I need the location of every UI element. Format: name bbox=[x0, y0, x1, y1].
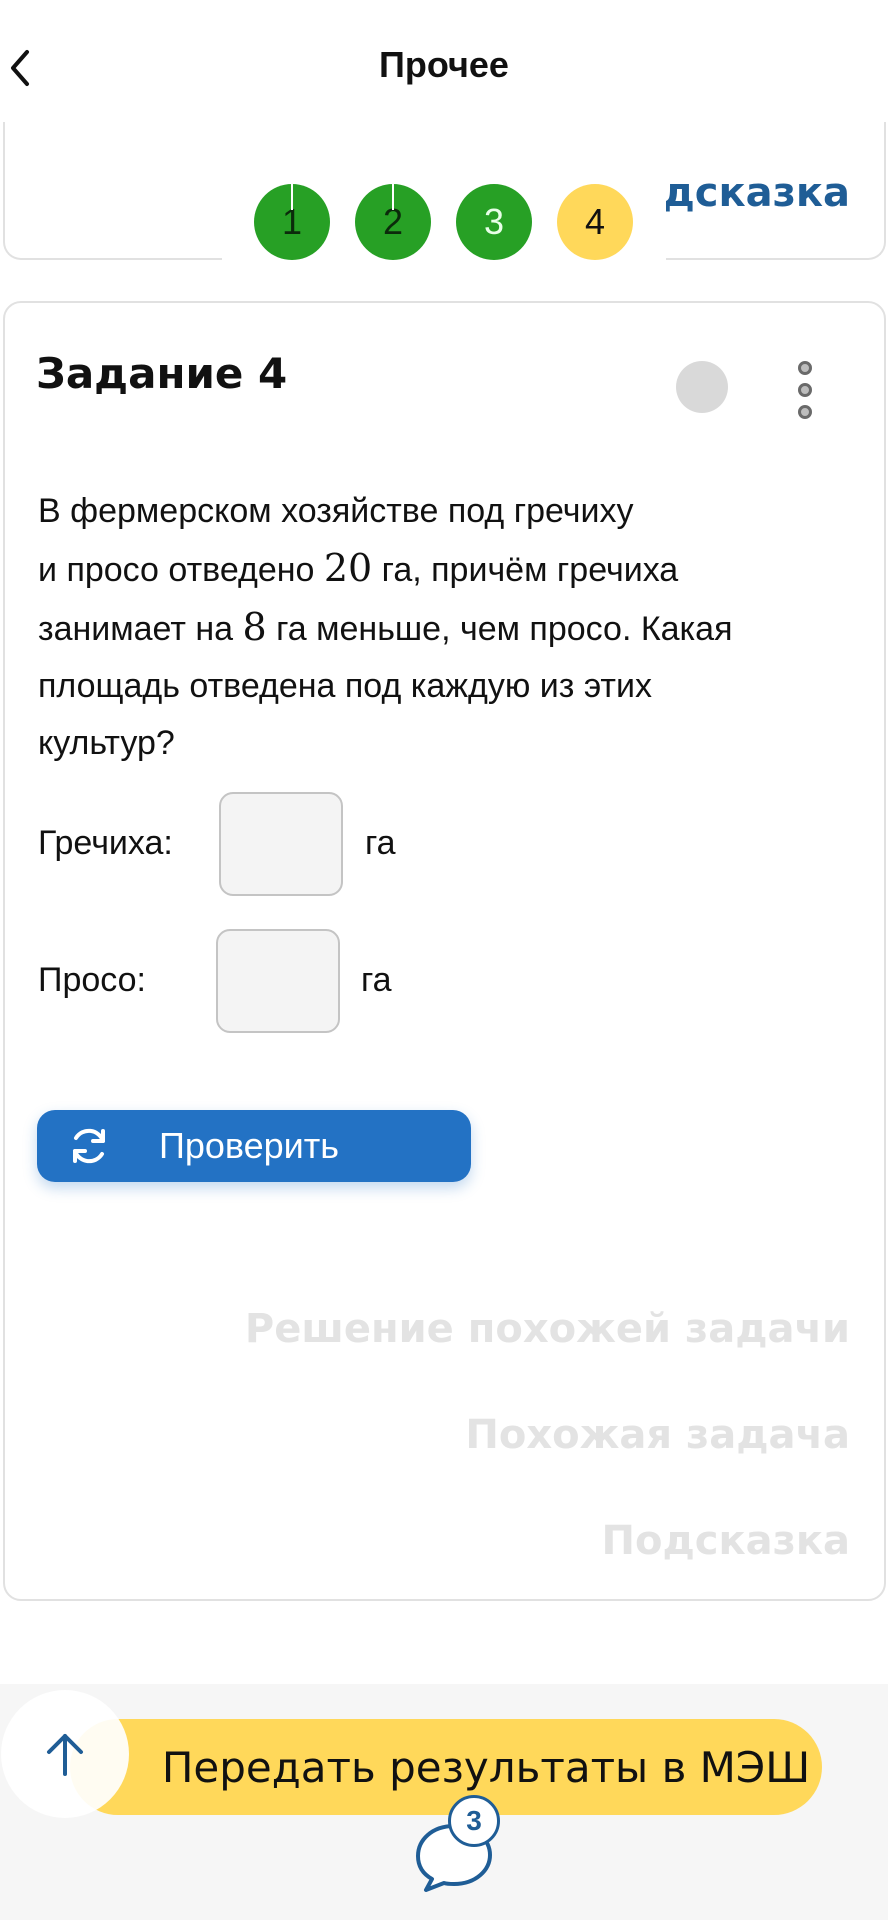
task-text-part: площадь отведена под каждую из этих bbox=[38, 667, 652, 705]
task-text-part: занимает на bbox=[38, 610, 243, 648]
task-title: Задание 4 bbox=[36, 349, 288, 398]
task-text-part: и просо отведено bbox=[38, 551, 324, 589]
task-line: культур? bbox=[38, 715, 858, 772]
task-line: площадь отведена под каждую из этих bbox=[38, 658, 858, 715]
answer-unit: га bbox=[365, 824, 396, 862]
step-1[interactable]: 1 bbox=[254, 184, 330, 260]
header: Прочее bbox=[0, 0, 888, 120]
task-status-indicator bbox=[676, 361, 728, 413]
step-tick bbox=[291, 184, 293, 210]
more-vertical-icon bbox=[798, 361, 812, 375]
step-label: 4 bbox=[584, 201, 606, 242]
chat-badge: 3 bbox=[448, 1795, 500, 1847]
task-steps: 1 2 3 4 bbox=[254, 184, 633, 260]
hint-link[interactable]: Подсказка bbox=[602, 1518, 851, 1564]
more-menu-button[interactable] bbox=[787, 361, 823, 419]
task-number: 20 bbox=[323, 546, 373, 590]
task-card: Задание 4 В фермерском хозяйстве под гре… bbox=[3, 301, 886, 1601]
similar-task-link[interactable]: Похожая задача bbox=[465, 1412, 850, 1458]
task-line: занимает на 8 га меньше, чем просо. Кака… bbox=[38, 599, 858, 658]
task-text: В фермерском хозяйстве под гречиху и про… bbox=[38, 483, 858, 772]
task-text-part: га меньше, чем просо. Какая bbox=[266, 610, 733, 648]
answer-input-buckwheat[interactable] bbox=[219, 792, 343, 896]
refresh-icon bbox=[73, 1128, 105, 1164]
answer-input-millet[interactable] bbox=[216, 929, 340, 1033]
answer-label-buckwheat: Гречиха: bbox=[38, 824, 173, 862]
step-4[interactable]: 4 bbox=[557, 184, 633, 260]
send-results-label: Передать результаты в МЭШ bbox=[161, 1742, 811, 1792]
check-button-label: Проверить bbox=[159, 1125, 340, 1166]
answer-unit: га bbox=[361, 961, 392, 999]
task-text-part: В фермерском хозяйстве под гречиху bbox=[38, 492, 634, 530]
arrow-up-icon bbox=[47, 1734, 83, 1776]
more-vertical-icon bbox=[798, 405, 812, 419]
check-button[interactable]: Проверить bbox=[37, 1110, 471, 1182]
task-number: 8 bbox=[242, 605, 267, 649]
previous-hint-link[interactable]: дсказка bbox=[662, 170, 850, 216]
answer-label-millet: Просо: bbox=[38, 961, 146, 999]
similar-solution-link[interactable]: Решение похожей задачи bbox=[245, 1306, 850, 1352]
scroll-up-button[interactable] bbox=[1, 1690, 129, 1818]
task-line: и просо отведено 20 га, причём гречиха bbox=[38, 540, 858, 599]
task-text-part: культур? bbox=[38, 724, 175, 762]
task-line: В фермерском хозяйстве под гречиху bbox=[38, 483, 858, 540]
page: Прочее дсказка 1 2 3 4 Задание 4 В ферме… bbox=[0, 0, 888, 1920]
task-text-part: га, причём гречиха bbox=[372, 551, 679, 589]
more-vertical-icon bbox=[798, 383, 812, 397]
step-2[interactable]: 2 bbox=[355, 184, 431, 260]
step-label: 3 bbox=[483, 201, 505, 242]
step-tick bbox=[392, 184, 394, 210]
page-title: Прочее bbox=[379, 44, 509, 85]
step-3[interactable]: 3 bbox=[456, 184, 532, 260]
